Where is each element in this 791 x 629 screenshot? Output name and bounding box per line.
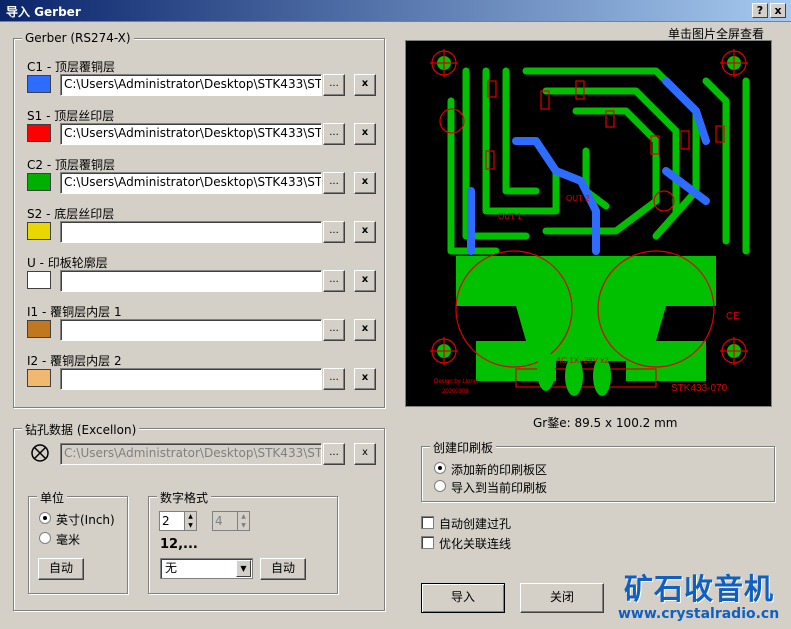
drill-path-input[interactable]: C:\Users\Administrator\Desktop\STK433\ST… [60, 443, 322, 465]
layer-clear-button[interactable]: x [354, 319, 376, 341]
unit-inch-label: 英寸(Inch) [56, 513, 115, 527]
layer-label: C1 - 顶层覆铜层 [27, 60, 115, 74]
silk-date: 20200308 [442, 389, 469, 395]
silk-ac: AC 1X~28V x2 [556, 356, 609, 365]
layer-label: S1 - 顶层丝印层 [27, 109, 115, 123]
create-pcb-group-title: 创建印刷板 [430, 439, 497, 456]
silk-ce: CE [726, 311, 740, 322]
watermark: 矿石收音机 www.crystalradio.cn [618, 562, 788, 628]
unit-group-title: 单位 [37, 489, 68, 506]
gerber-group-title: Gerber (RS274-X) [22, 31, 134, 45]
layer-clear-button[interactable]: x [354, 221, 376, 243]
layer-path-input[interactable] [60, 368, 322, 390]
layer-label: C2 - 顶层覆铜层 [27, 158, 115, 172]
close-button[interactable]: 关闭 [520, 583, 604, 613]
layer-clear-button[interactable]: x [354, 123, 376, 145]
dec-digits-spinner: 4 ▲ ▼ [212, 511, 250, 531]
layer-clear-button[interactable]: x [354, 74, 376, 96]
layer-path-input[interactable] [60, 319, 322, 341]
layer-color-swatch[interactable] [27, 369, 51, 387]
layer-path-input[interactable]: C:\Users\Administrator\Desktop\STK433\ST… [60, 172, 322, 194]
pcb-preview-image: OUT 2 OUT 1 AC 1X~28V x2 STK433-070 Desi… [430, 49, 750, 396]
format-sample: 12,... [160, 537, 198, 552]
drill-clear-button[interactable]: x [354, 443, 376, 465]
layer-color-swatch[interactable] [27, 222, 51, 240]
layer-path-input[interactable] [60, 270, 322, 292]
int-digits-spinner[interactable]: 2 ▲ ▼ [159, 511, 197, 531]
watermark-logo: 矿石收音机 [624, 572, 775, 606]
zero-mode-value: 无 [165, 561, 178, 575]
layer-browse-button[interactable]: ... [323, 319, 345, 341]
drill-disabled-icon [30, 443, 50, 463]
import-button[interactable]: 导入 [421, 583, 505, 613]
watermark-url: www.crystalradio.cn [618, 606, 780, 622]
dec-digits-value: 4 [215, 514, 223, 528]
board-size: Gr鍪e: 89.5 x 100.2 mm [533, 416, 678, 430]
silk-model: STK433-070 [671, 383, 728, 394]
layer-label: I1 - 覆铜层内层 1 [27, 305, 122, 319]
window-title: 导入 Gerber [6, 5, 81, 19]
current-board-label: 导入到当前印刷板 [451, 481, 548, 495]
layer-browse-button[interactable]: ... [323, 123, 345, 145]
layer-browse-button[interactable]: ... [323, 270, 345, 292]
drill-group-title: 钻孔数据 (Excellon) [22, 421, 140, 438]
new-board-label: 添加新的印刷板区 [451, 463, 548, 477]
pcb-preview[interactable]: OUT 2 OUT 1 AC 1X~28V x2 STK433-070 Desi… [405, 40, 772, 407]
layer-label: U - 印板轮廓层 [27, 256, 108, 270]
layer-browse-button[interactable]: ... [323, 172, 345, 194]
help-button[interactable]: ? [752, 3, 768, 18]
optimize-checkbox[interactable] [421, 536, 434, 549]
optimize-label: 优化关联连线 [439, 537, 512, 551]
layer-color-swatch[interactable] [27, 320, 51, 338]
title-bar: 导入 Gerber ? x [0, 0, 791, 22]
layer-color-swatch[interactable] [27, 124, 51, 142]
format-auto-button[interactable]: 自动 [260, 558, 306, 580]
layer-browse-button[interactable]: ... [323, 221, 345, 243]
format-group-title: 数字格式 [157, 489, 212, 506]
layer-browse-button[interactable]: ... [323, 74, 345, 96]
new-board-radio[interactable] [434, 462, 446, 474]
layer-browse-button[interactable]: ... [323, 368, 345, 390]
silk-out2: OUT 2 [566, 194, 590, 203]
auto-via-checkbox[interactable] [421, 516, 434, 529]
layer-path-input[interactable]: C:\Users\Administrator\Desktop\STK433\ST… [60, 123, 322, 145]
layer-path-input[interactable]: C:\Users\Administrator\Desktop\STK433\ST… [60, 74, 322, 96]
auto-via-label: 自动创建过孔 [439, 517, 512, 531]
zero-mode-select[interactable]: 无 ▼ [160, 558, 253, 579]
unit-mm-radio[interactable] [39, 532, 51, 544]
chevron-down-icon[interactable]: ▼ [236, 560, 251, 577]
close-window-button[interactable]: x [770, 3, 786, 18]
layer-label: I2 - 覆铜层内层 2 [27, 354, 122, 368]
layer-path-input[interactable] [60, 221, 322, 243]
layer-label: S2 - 底层丝印层 [27, 207, 115, 221]
silk-out1: OUT 1 [498, 212, 522, 221]
current-board-radio[interactable] [434, 480, 446, 492]
layer-color-swatch[interactable] [27, 173, 51, 191]
silk-designer: Design by Lionel [434, 379, 478, 385]
drill-browse-button[interactable]: ... [323, 443, 345, 465]
layer-clear-button[interactable]: x [354, 270, 376, 292]
layer-color-swatch[interactable] [27, 75, 51, 93]
layer-clear-button[interactable]: x [354, 172, 376, 194]
int-digits-value: 2 [162, 514, 170, 528]
unit-mm-label: 毫米 [56, 533, 81, 547]
unit-auto-button[interactable]: 自动 [38, 558, 84, 580]
layer-color-swatch[interactable] [27, 271, 51, 289]
layer-clear-button[interactable]: x [354, 368, 376, 390]
unit-inch-radio[interactable] [39, 512, 51, 524]
